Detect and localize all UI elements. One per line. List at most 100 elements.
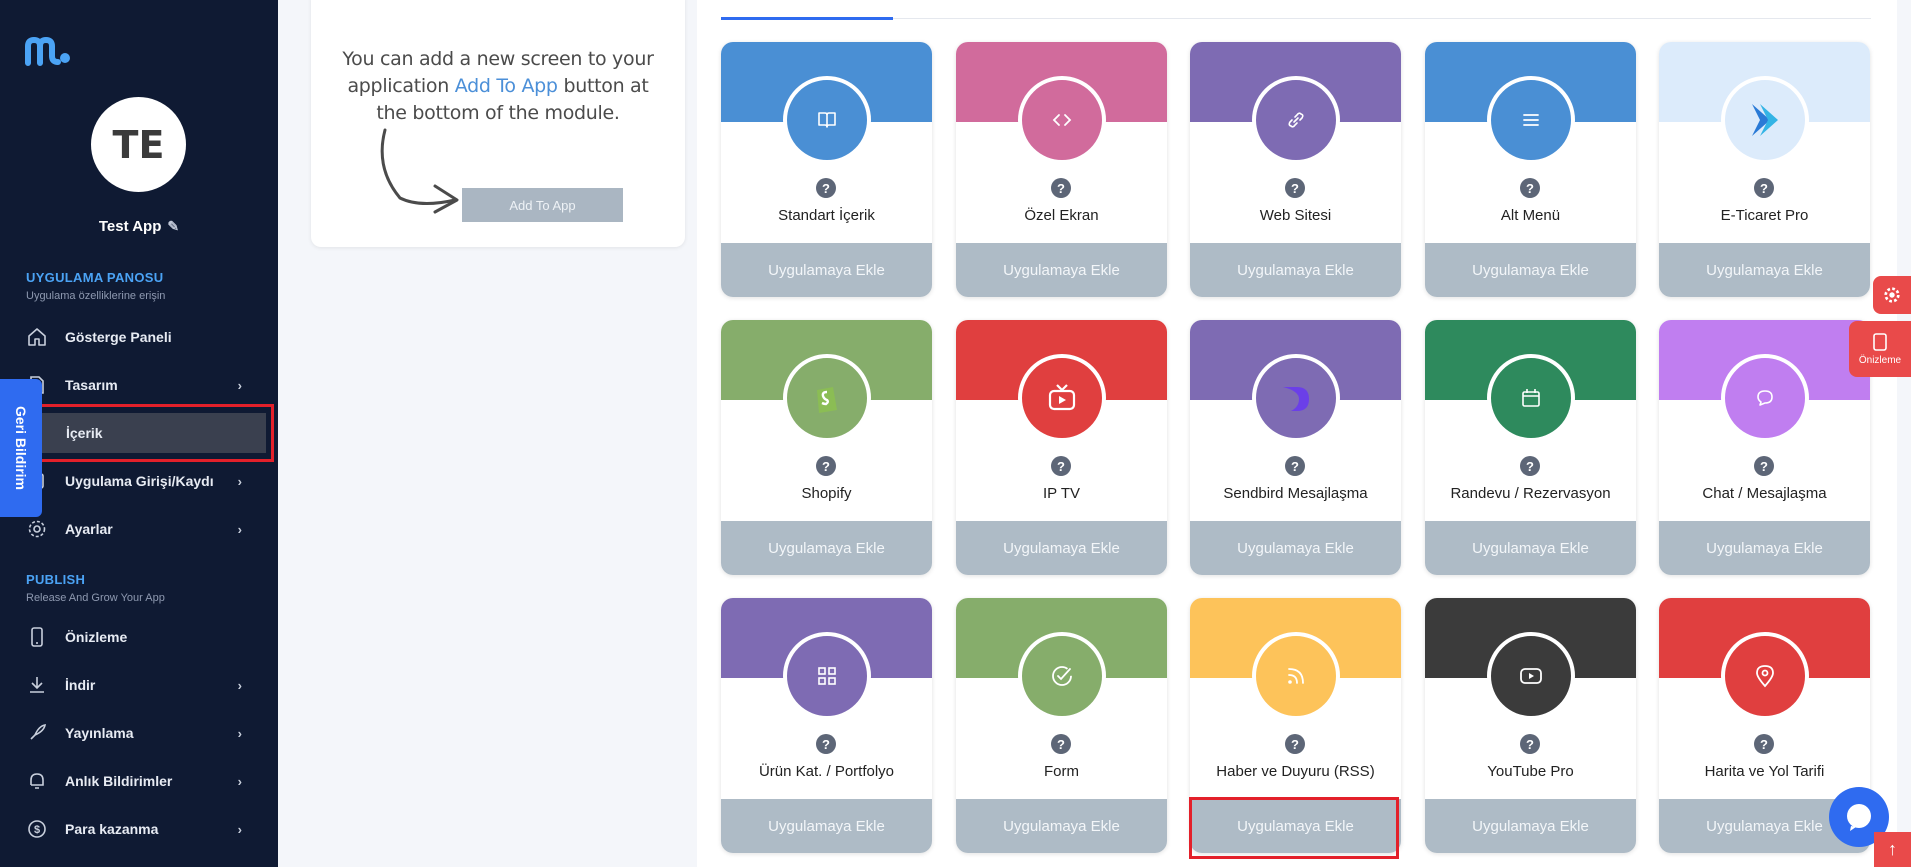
help-question-icon[interactable]: ? xyxy=(1285,178,1305,198)
module-card: ? Form Uygulamaya Ekle xyxy=(956,598,1167,853)
help-question-icon[interactable]: ? xyxy=(1285,734,1305,754)
nav-item-label: Tasarım xyxy=(65,377,118,393)
home-icon xyxy=(26,326,48,348)
module-card: ? Özel Ekran Uygulamaya Ekle xyxy=(956,42,1167,297)
module-name: YouTube Pro xyxy=(1487,763,1574,780)
phone-icon xyxy=(1873,332,1887,351)
nav-item-label: İndir xyxy=(65,677,96,693)
module-name: Özel Ekran xyxy=(1024,207,1099,224)
help-question-icon[interactable]: ? xyxy=(1754,178,1774,198)
nav-item-settings[interactable]: Ayarlar › xyxy=(26,509,252,549)
info-text: You can add a new screen to your applica… xyxy=(331,46,665,127)
add-to-app-button[interactable]: Uygulamaya Ekle xyxy=(721,243,932,297)
help-question-icon[interactable]: ? xyxy=(816,734,836,754)
add-to-app-button[interactable]: Uygulamaya Ekle xyxy=(956,799,1167,853)
add-to-app-button[interactable]: Uygulamaya Ekle xyxy=(956,521,1167,575)
module-name: Form xyxy=(1044,763,1079,780)
module-card: ? Standart İçerik Uygulamaya Ekle xyxy=(721,42,932,297)
help-question-icon[interactable]: ? xyxy=(1051,734,1071,754)
module-name: Haber ve Duyuru (RSS) xyxy=(1216,763,1375,780)
section-title-publish: PUBLISH xyxy=(26,572,86,587)
map-pin-icon xyxy=(1721,632,1809,720)
add-to-app-button[interactable]: Uygulamaya Ekle xyxy=(721,521,932,575)
add-to-app-button[interactable]: Uygulamaya Ekle xyxy=(1659,521,1870,575)
chevron-right-icon: › xyxy=(237,821,242,837)
svg-text:$: $ xyxy=(34,824,40,836)
add-to-app-button[interactable]: Uygulamaya Ekle xyxy=(956,243,1167,297)
nav-item-label: Ayarlar xyxy=(65,521,113,537)
help-question-icon[interactable]: ? xyxy=(1520,178,1540,198)
feedback-label: Geri Bildirim xyxy=(13,405,29,491)
module-name: Shopify xyxy=(801,485,852,502)
grid-icon xyxy=(783,632,871,720)
nav-item-publishing[interactable]: Yayınlama › xyxy=(26,713,252,753)
module-name: Harita ve Yol Tarifi xyxy=(1704,763,1825,780)
menu-icon xyxy=(1487,76,1575,164)
help-question-icon[interactable]: ? xyxy=(1520,734,1540,754)
nav-item-download[interactable]: İndir › xyxy=(26,665,252,705)
add-to-app-button[interactable]: Uygulamaya Ekle xyxy=(1425,799,1636,853)
add-to-app-button[interactable]: Uygulamaya Ekle xyxy=(721,799,932,853)
help-question-icon[interactable]: ? xyxy=(1285,456,1305,476)
nav-item-label: Gösterge Paneli xyxy=(65,329,172,345)
dollar-icon: $ xyxy=(26,818,48,840)
help-question-icon[interactable]: ? xyxy=(816,456,836,476)
nav-item-design[interactable]: Tasarım › xyxy=(26,365,252,405)
help-question-icon[interactable]: ? xyxy=(816,178,836,198)
module-name: IP TV xyxy=(1043,485,1080,502)
help-question-icon[interactable]: ? xyxy=(1520,456,1540,476)
chevron-right-icon: › xyxy=(237,521,242,537)
hand-drawn-arrow-icon xyxy=(380,128,459,214)
module-card: ? Web Sitesi Uygulamaya Ekle xyxy=(1190,42,1401,297)
help-question-icon[interactable]: ? xyxy=(1754,734,1774,754)
info-add-to-app-button[interactable]: Add To App xyxy=(462,188,623,222)
module-card: ? E-Ticaret Pro Uygulamaya Ekle xyxy=(1659,42,1870,297)
nav-item-login[interactable]: Uygulama Girişi/Kaydı › xyxy=(26,461,252,501)
help-question-icon[interactable]: ? xyxy=(1051,456,1071,476)
module-card: ? Alt Menü Uygulamaya Ekle xyxy=(1425,42,1636,297)
help-question-icon[interactable]: ? xyxy=(1051,178,1071,198)
highlight-box-content xyxy=(36,404,274,462)
sendbird-icon xyxy=(1252,354,1340,442)
add-to-app-button[interactable]: Uygulamaya Ekle xyxy=(1425,243,1636,297)
gear-icon xyxy=(26,518,48,540)
add-to-app-button[interactable]: Uygulamaya Ekle xyxy=(1190,521,1401,575)
chevron-right-icon: › xyxy=(237,473,242,489)
module-name: Sendbird Mesajlaşma xyxy=(1223,485,1368,502)
tv-icon xyxy=(1018,354,1106,442)
add-to-app-button[interactable]: Uygulamaya Ekle xyxy=(1425,521,1636,575)
arrow-up-icon: ↑ xyxy=(1888,839,1897,859)
chevron-right-icon: › xyxy=(237,773,242,789)
chat-bubble-icon xyxy=(1847,804,1871,831)
avatar[interactable]: TE xyxy=(91,97,186,192)
nav-item-monetization[interactable]: $ Para kazanma › xyxy=(26,809,252,849)
preview-floating-button[interactable]: Önizleme xyxy=(1849,321,1911,377)
settings-floating-button[interactable] xyxy=(1873,276,1911,314)
app-name[interactable]: Test App ✎ xyxy=(0,218,278,235)
rss-icon xyxy=(1252,632,1340,720)
highlight-box-rss-add xyxy=(1189,797,1399,859)
nav-item-notifications[interactable]: Anlık Bildirimler › xyxy=(26,761,252,801)
nav-item-preview[interactable]: Önizleme xyxy=(26,617,252,657)
phone-icon xyxy=(26,626,48,648)
nav-item-dashboard[interactable]: Gösterge Paneli xyxy=(26,317,252,357)
help-question-icon[interactable]: ? xyxy=(1754,456,1774,476)
brand-logo-icon[interactable] xyxy=(25,36,71,66)
nav-item-label: Para kazanma xyxy=(65,821,159,837)
chevron-right-icon: › xyxy=(237,677,242,693)
add-to-app-button[interactable]: Uygulamaya Ekle xyxy=(1190,243,1401,297)
tab-divider xyxy=(721,18,1871,19)
add-to-app-button[interactable]: Uygulamaya Ekle xyxy=(1659,243,1870,297)
feedback-tab[interactable]: Geri Bildirim xyxy=(0,379,42,517)
link-icon xyxy=(1252,76,1340,164)
scroll-to-top-button[interactable]: ↑ xyxy=(1874,832,1911,867)
chevron-right-icon: › xyxy=(237,725,242,741)
module-name: Ürün Kat. / Portfolyo xyxy=(758,763,895,780)
edit-pencil-icon[interactable]: ✎ xyxy=(167,218,179,235)
active-tab-indicator[interactable] xyxy=(721,17,893,20)
youtube-icon xyxy=(1487,632,1575,720)
nav-item-label: Anlık Bildirimler xyxy=(65,773,173,789)
module-card: ? Sendbird Mesajlaşma Uygulamaya Ekle xyxy=(1190,320,1401,575)
nav-item-label: Uygulama Girişi/Kaydı xyxy=(65,473,214,489)
ecommerce-logo-icon xyxy=(1721,76,1809,164)
